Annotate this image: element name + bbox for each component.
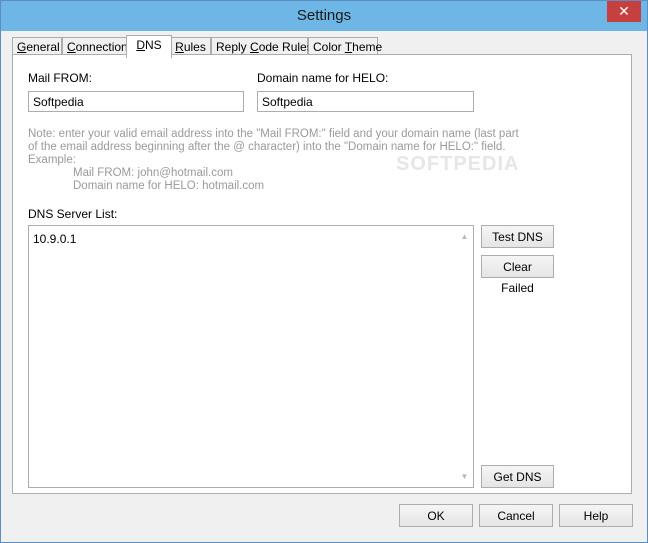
dns-tab-panel: Mail FROM: Domain name for HELO: SOFTPED… [12,54,632,494]
cancel-button[interactable]: Cancel [479,504,553,527]
dns-server-list-label: DNS Server List: [28,207,118,221]
mail-from-field[interactable] [28,91,244,112]
window-title: Settings [296,7,352,24]
dns-server-list[interactable]: 10.9.0.1 ▲ ▼ [28,225,474,488]
note-example-mail-from: Mail FROM: john@hotmail.com [73,167,233,179]
settings-window: Settings ✕ General Connection DNS Rules … [0,0,648,543]
get-dns-button[interactable]: Get DNS [481,465,554,488]
test-dns-button[interactable]: Test DNS [481,225,554,248]
domain-helo-label: Domain name for HELO: [257,71,389,85]
scroll-down-icon[interactable]: ▼ [456,468,473,485]
title-bar[interactable]: Settings ✕ [1,1,647,31]
note-example-heading: Example: [28,154,76,166]
tab-dns[interactable]: DNS [126,35,172,58]
scroll-up-icon[interactable]: ▲ [456,228,473,245]
list-item[interactable]: 10.9.0.1 [33,232,76,246]
dialog-body: General Connection DNS Rules Reply Code … [8,31,640,537]
help-button[interactable]: Help [559,504,633,527]
ok-button[interactable]: OK [399,504,473,527]
note-line-1: Note: enter your valid email address int… [28,128,519,140]
close-icon[interactable]: ✕ [607,1,641,22]
note-line-2: of the email address beginning after the… [28,141,506,153]
clear-failed-button[interactable]: Clear Failed [481,255,554,295]
vertical-scrollbar[interactable]: ▲ ▼ [456,226,473,487]
note-example-domain: Domain name for HELO: hotmail.com [73,180,265,192]
mail-from-label: Mail FROM: [28,71,92,85]
watermark: SOFTPEDIA [396,153,520,175]
domain-helo-field[interactable] [257,91,474,112]
